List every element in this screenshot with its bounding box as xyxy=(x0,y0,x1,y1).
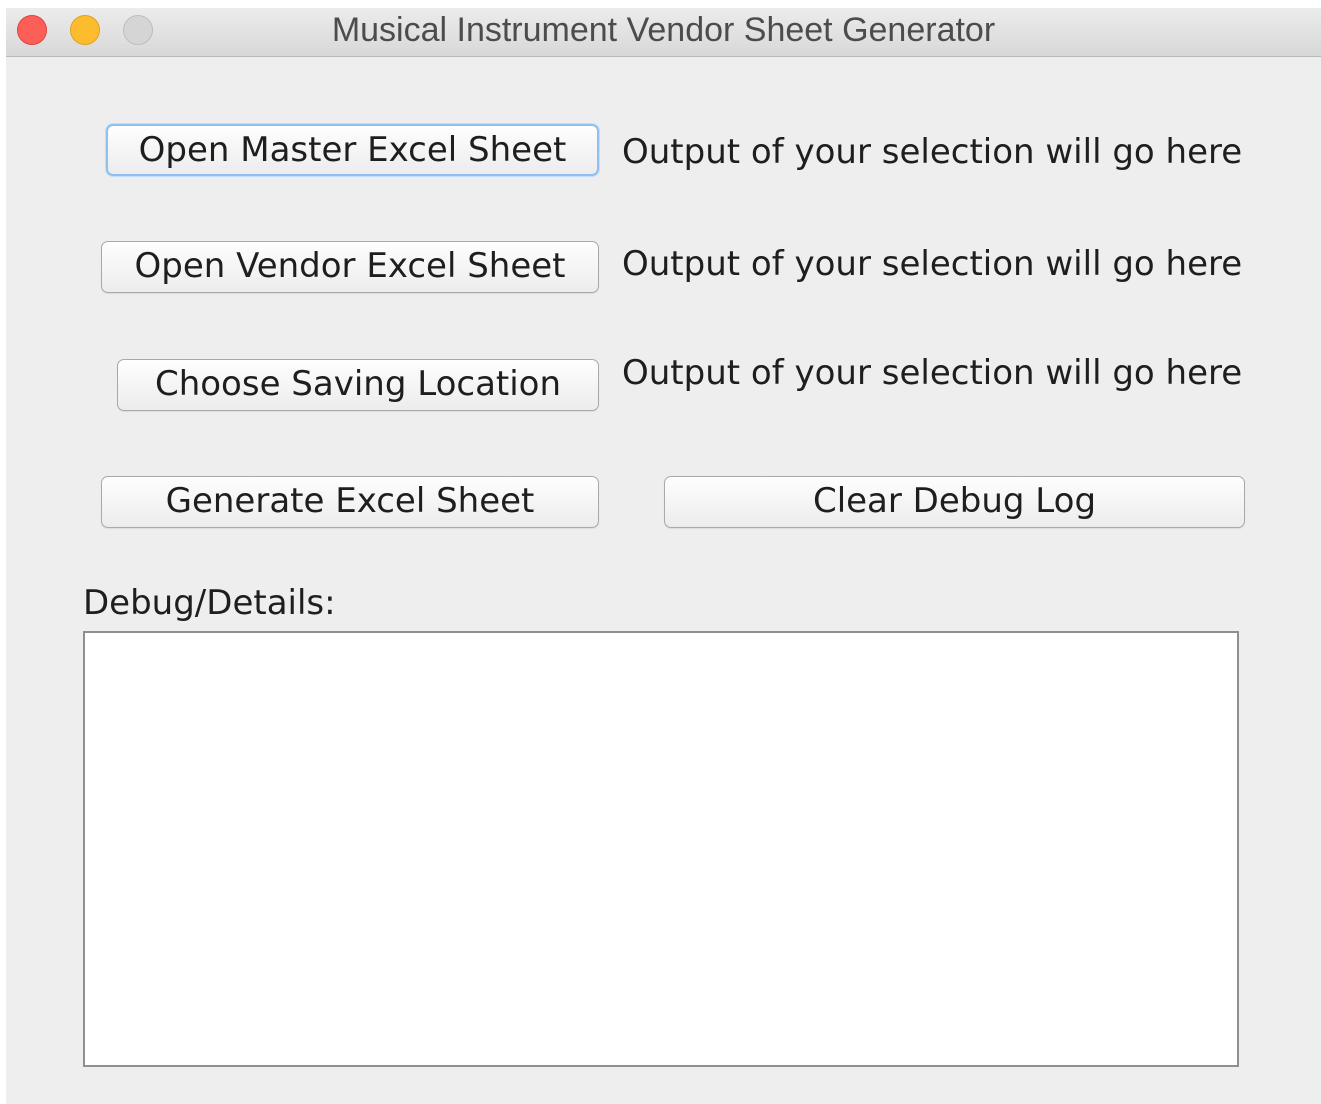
open-vendor-excel-button[interactable]: Open Vendor Excel Sheet xyxy=(101,241,599,293)
open-master-excel-button[interactable]: Open Master Excel Sheet xyxy=(106,124,599,176)
title-bar[interactable]: Musical Instrument Vendor Sheet Generato… xyxy=(6,8,1321,57)
clear-debug-log-button[interactable]: Clear Debug Log xyxy=(664,476,1245,528)
choose-saving-location-button[interactable]: Choose Saving Location xyxy=(117,359,599,411)
app-window: Musical Instrument Vendor Sheet Generato… xyxy=(6,8,1321,1104)
generate-excel-button[interactable]: Generate Excel Sheet xyxy=(101,476,599,528)
debug-details-label: Debug/Details: xyxy=(83,583,336,623)
saving-location-output: Output of your selection will go here xyxy=(622,353,1243,393)
master-selection-output: Output of your selection will go here xyxy=(622,132,1243,172)
debug-log-textarea[interactable] xyxy=(83,631,1239,1067)
window-title: Musical Instrument Vendor Sheet Generato… xyxy=(331,11,996,49)
vendor-selection-output: Output of your selection will go here xyxy=(622,244,1243,284)
